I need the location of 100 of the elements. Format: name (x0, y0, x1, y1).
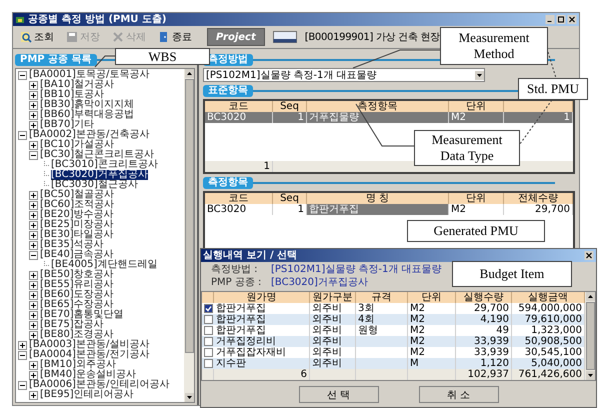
expand-icon[interactable] (29, 140, 38, 150)
minimize-icon[interactable] (545, 15, 555, 24)
table-cell: 1 (504, 112, 573, 123)
table-row[interactable]: BC3020 1 거푸집물량 M2 1 (205, 112, 573, 123)
scrollbar[interactable] (585, 292, 595, 380)
table-cell[interactable]: BC3020 (205, 204, 273, 215)
expand-icon[interactable] (29, 220, 38, 230)
search-icon (20, 31, 32, 43)
tree-item[interactable]: [BA10]철거공사 (40, 80, 114, 90)
window-icon (272, 31, 297, 43)
tree-item[interactable]: [BC60]조적공사 (40, 200, 114, 210)
tree-item[interactable]: [BE95]인테리어공사 (40, 390, 134, 400)
tree-item[interactable]: [BB30]흙막이지지체 (40, 100, 134, 110)
collapse-icon[interactable] (18, 130, 27, 140)
caret-icon[interactable] (475, 70, 484, 80)
expand-icon[interactable] (29, 300, 38, 310)
tree-item[interactable]: [BE20]방수공사 (40, 210, 114, 220)
expand-icon[interactable] (29, 210, 38, 220)
checkbox[interactable] (204, 348, 212, 357)
tree-item[interactable]: [BE65]수장공사 (40, 300, 114, 310)
tree-item[interactable]: [BE25]미장공사 (40, 220, 114, 230)
collapse-icon[interactable] (18, 70, 27, 80)
down-arrow-icon[interactable] (184, 393, 194, 402)
tree-item[interactable]: [BE35]석공사 (40, 240, 104, 250)
tree-item[interactable]: [BA0003]본관동/설비공사 (29, 340, 150, 350)
tree-item[interactable]: [BE55]유리공사 (40, 280, 114, 290)
expand-icon[interactable] (29, 120, 38, 130)
expand-icon[interactable] (29, 80, 38, 90)
tree-item[interactable]: [BB70]기타 (40, 120, 94, 130)
expand-icon[interactable] (18, 340, 27, 350)
tree-item[interactable]: [BE80]조경공사 (40, 330, 114, 340)
expand-icon[interactable] (29, 320, 38, 330)
expand-icon[interactable] (29, 280, 38, 290)
close-icon[interactable] (584, 251, 594, 260)
tree-item[interactable]: [BA0006]본관동/인테리어공사 (29, 380, 170, 390)
tree-item[interactable]: [BE4005]계단핸드레일 (51, 260, 158, 270)
expand-icon[interactable] (29, 390, 38, 400)
checkbox[interactable] (204, 304, 212, 313)
tree-item[interactable]: [BE30]타일공사 (40, 230, 114, 240)
table-cell[interactable]: 29,700 (504, 204, 573, 215)
expand-icon[interactable] (29, 370, 38, 380)
expand-icon[interactable] (29, 90, 38, 100)
collapse-icon[interactable] (29, 250, 38, 260)
row-count: 1 (205, 161, 273, 172)
expand-icon[interactable] (29, 230, 38, 240)
collapse-icon[interactable] (18, 380, 27, 390)
expand-icon[interactable] (29, 110, 38, 120)
checkbox[interactable] (204, 337, 212, 346)
expand-icon[interactable] (29, 190, 38, 200)
table-cell[interactable]: 합판거푸집 (307, 204, 449, 215)
tree-item[interactable]: [BA0002]본관동/건축공사 (29, 130, 150, 140)
delete-icon (112, 31, 124, 43)
close-icon[interactable] (567, 15, 577, 24)
up-arrow-icon[interactable] (184, 69, 194, 78)
tree-item[interactable]: [BC3010]콘크리트공사 (51, 160, 158, 170)
field-value: [PS102M1]실물량 측정-1개 대표물량 (271, 264, 442, 276)
up-arrow-icon[interactable] (586, 292, 594, 301)
tree-item[interactable]: [BC30]철근콘크리트공사 (40, 150, 154, 160)
tree-item[interactable]: [BA0001]토목공/토목공사 (29, 70, 150, 80)
tree-item[interactable]: [BA0004]본관동/전기공사 (29, 350, 150, 360)
checkbox[interactable] (204, 315, 212, 324)
tree-item[interactable]: [BE70]홈통및단열 (40, 310, 124, 320)
checkbox[interactable] (204, 359, 212, 368)
dialog-button[interactable]: 선 택 (298, 386, 378, 402)
tree-item[interactable]: [BC3020]거푸집공사 (51, 170, 148, 180)
tree-item[interactable]: [BE50]창호공사 (40, 270, 114, 280)
scroll-thumb[interactable] (184, 79, 194, 353)
maximize-icon[interactable] (556, 15, 566, 24)
tree-item[interactable]: [BB10]토공사 (40, 90, 104, 100)
down-arrow-icon[interactable] (586, 371, 594, 380)
tree-item[interactable]: [BC3030]철근공사 (51, 180, 138, 190)
dialog-button[interactable]: 취 소 (418, 386, 498, 402)
expand-icon[interactable] (29, 330, 38, 340)
tree-item[interactable]: [BC10]가설공사 (40, 140, 114, 150)
total-quantity: 102,937 (456, 369, 512, 380)
table-cell: M2 (449, 112, 504, 123)
collapse-icon[interactable] (29, 150, 38, 160)
expand-icon[interactable] (29, 240, 38, 250)
method-dropdown[interactable]: [PS102M1]실물량 측정-1개 대표물량 (203, 68, 485, 82)
expand-icon[interactable] (29, 200, 38, 210)
checkbox[interactable] (204, 326, 212, 335)
tree-item[interactable]: [BE75]잡공사 (40, 320, 104, 330)
tree-item[interactable]: [BB60]부력대응공법 (40, 110, 134, 120)
project-button[interactable]: Project (207, 28, 265, 46)
table-cell[interactable]: M2 (449, 204, 504, 215)
tree-item[interactable]: [BE60]도장공사 (40, 290, 114, 300)
expand-icon[interactable] (29, 100, 38, 110)
expand-icon[interactable] (29, 360, 38, 370)
field-label: 측정방법 : (211, 264, 259, 276)
tree-item[interactable]: [BM40]운송설비공사 (40, 370, 136, 380)
collapse-icon[interactable] (18, 350, 27, 360)
tree-item[interactable]: [BM10]외주공사 (40, 360, 116, 370)
expand-icon[interactable] (29, 310, 38, 320)
tree-item[interactable]: [BE40]금속공사 (40, 250, 114, 260)
field-value: [BC3020]거푸집공사 (271, 277, 368, 289)
scrollbar[interactable] (184, 69, 194, 402)
tree-item[interactable]: [BC50]철골공사 (40, 190, 114, 200)
scroll-thumb[interactable] (586, 302, 594, 370)
expand-icon[interactable] (29, 290, 38, 300)
expand-icon[interactable] (29, 270, 38, 280)
